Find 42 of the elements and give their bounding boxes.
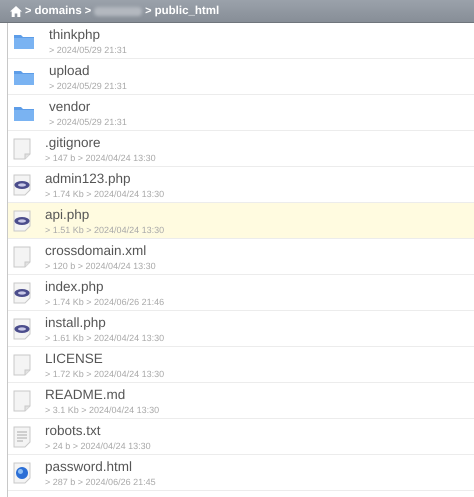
breadcrumb-separator: >	[84, 5, 92, 17]
php-file-icon	[13, 210, 31, 232]
file-name: password.html	[45, 458, 134, 474]
file-meta: > 1.61 Kb > 2024/04/24 13:30	[45, 332, 164, 342]
globe-file-icon	[13, 462, 31, 484]
file-name: README.md	[45, 386, 126, 402]
text-file-icon	[13, 426, 31, 448]
file-meta: > 120 b > 2024/04/24 13:30	[45, 260, 156, 270]
php-file-icon	[13, 318, 31, 340]
file-name: thinkphp	[49, 26, 102, 42]
file-meta: > 2024/05/29 21:31	[49, 116, 127, 126]
file-name: upload	[49, 62, 91, 78]
file-name: api.php	[45, 206, 90, 222]
file-name: index.php	[45, 278, 105, 294]
file-icon	[13, 138, 31, 160]
file-name: LICENSE	[45, 350, 104, 366]
file-name: crossdomain.xml	[45, 242, 148, 258]
blurred-breadcrumb	[94, 6, 142, 16]
file-meta: > 1.74 Kb > 2024/04/24 13:30	[45, 188, 164, 198]
file-meta: > 147 b > 2024/04/24 13:30	[45, 152, 156, 162]
file-icon	[13, 354, 31, 376]
php-file-icon	[13, 174, 31, 196]
file-meta: > 1.72 Kb > 2024/04/24 13:30	[45, 368, 164, 378]
file-meta: > 24 b > 2024/04/24 13:30	[45, 440, 151, 450]
breadcrumb-separator: >	[145, 5, 152, 17]
file-name: install.php	[45, 314, 107, 330]
breadcrumb-separator: >	[25, 5, 32, 17]
file-name: robots.txt	[45, 422, 102, 438]
file-meta: > 1.51 Kb > 2024/04/24 13:30	[45, 224, 164, 234]
file-row[interactable]: api.php > 1.51 Kb > 2024/04/24 13:30	[8, 203, 474, 239]
file-icon	[13, 390, 31, 412]
file-meta: > 1.74 Kb > 2024/06/26 21:46	[45, 296, 164, 306]
file-name: .gitignore	[45, 134, 102, 150]
file-meta: > 2024/05/29 21:31	[49, 80, 127, 90]
php-file-icon	[13, 282, 31, 304]
file-meta: > 287 b > 2024/06/26 21:45	[45, 476, 156, 486]
file-meta: > 3.1 Kb > 2024/04/24 13:30	[45, 404, 160, 414]
file-name: admin123.php	[45, 170, 132, 186]
file-meta: > 2024/05/29 21:31	[49, 44, 127, 54]
file-name: vendor	[49, 98, 92, 114]
home-icon[interactable]	[10, 6, 22, 16]
file-icon	[13, 246, 31, 268]
